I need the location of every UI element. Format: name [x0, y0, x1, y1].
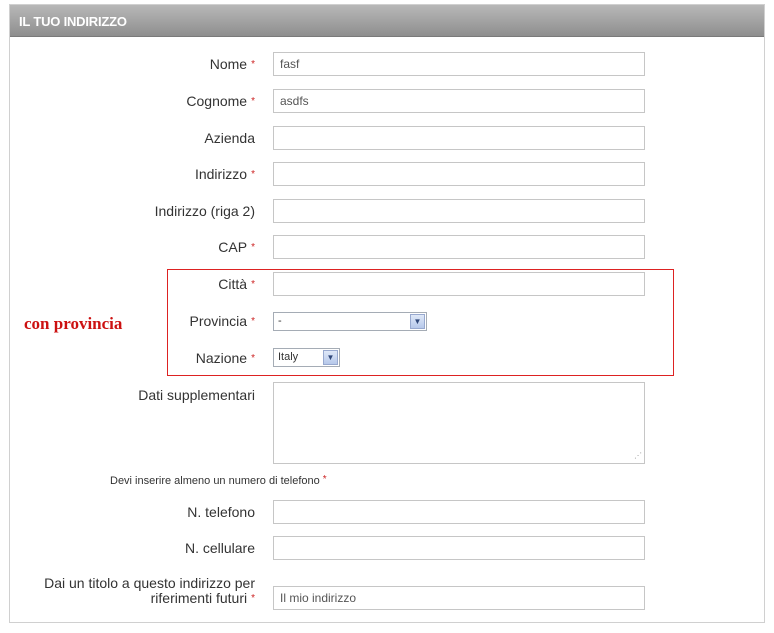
cognome-field[interactable]: asdfs: [273, 89, 645, 113]
required-mark: *: [251, 279, 255, 290]
required-mark: *: [251, 169, 255, 180]
required-mark: *: [322, 474, 327, 485]
provincia-select[interactable]: - ▼: [273, 312, 427, 331]
telefono-label: N. telefono: [187, 504, 255, 520]
azienda-label: Azienda: [204, 130, 255, 146]
indirizzo2-label: Indirizzo (riga 2): [154, 203, 255, 219]
required-mark: *: [251, 96, 255, 107]
panel-header: IL TUO INDIRIZZO: [10, 5, 764, 37]
nome-label: Nome *: [209, 56, 255, 72]
cognome-label: Cognome *: [186, 93, 255, 109]
nome-field[interactable]: fasf: [273, 52, 645, 76]
panel-title: IL TUO INDIRIZZO: [19, 14, 127, 29]
required-mark: *: [251, 316, 255, 327]
dati-label: Dati supplementari: [138, 387, 255, 403]
provincia-selected-value: -: [278, 315, 282, 327]
citta-field[interactable]: [273, 272, 645, 296]
cellulare-field[interactable]: [273, 536, 645, 560]
indirizzo-field[interactable]: [273, 162, 645, 186]
required-mark: *: [251, 353, 255, 364]
dati-textarea[interactable]: ⋰: [273, 382, 645, 464]
cap-label: CAP *: [218, 239, 255, 255]
indirizzo-label: Indirizzo *: [194, 166, 255, 182]
required-mark: *: [251, 593, 255, 604]
annotation-text: con provincia: [24, 314, 123, 333]
nazione-select[interactable]: Italy ▼: [273, 348, 340, 367]
chevron-down-icon[interactable]: ▼: [410, 314, 425, 329]
alias-label: Dai un titolo a questo indirizzo per rif…: [44, 576, 255, 606]
nazione-selected-value: Italy: [278, 351, 299, 363]
provincia-label: Provincia *: [189, 313, 256, 329]
alias-field[interactable]: Il mio indirizzo: [273, 586, 645, 610]
azienda-field[interactable]: [273, 126, 645, 150]
cellulare-label: N. cellulare: [184, 540, 255, 556]
alias-label-line2: riferimenti futuri: [150, 590, 248, 606]
indirizzo2-field[interactable]: [273, 199, 645, 223]
citta-label: Città *: [218, 276, 255, 292]
required-mark: *: [251, 59, 255, 70]
required-mark: *: [251, 242, 255, 253]
alias-label-line2-row: riferimenti futuri *: [44, 591, 255, 606]
resize-grip-icon[interactable]: ⋰: [632, 451, 642, 461]
chevron-down-icon[interactable]: ▼: [323, 350, 338, 365]
cap-field[interactable]: [273, 235, 645, 259]
phone-required-note: Devi inserire almeno un numero di telefo…: [110, 474, 327, 487]
telefono-field[interactable]: [273, 500, 645, 524]
alias-label-line1: Dai un titolo a questo indirizzo per: [44, 575, 255, 591]
nazione-label: Nazione *: [195, 350, 255, 366]
